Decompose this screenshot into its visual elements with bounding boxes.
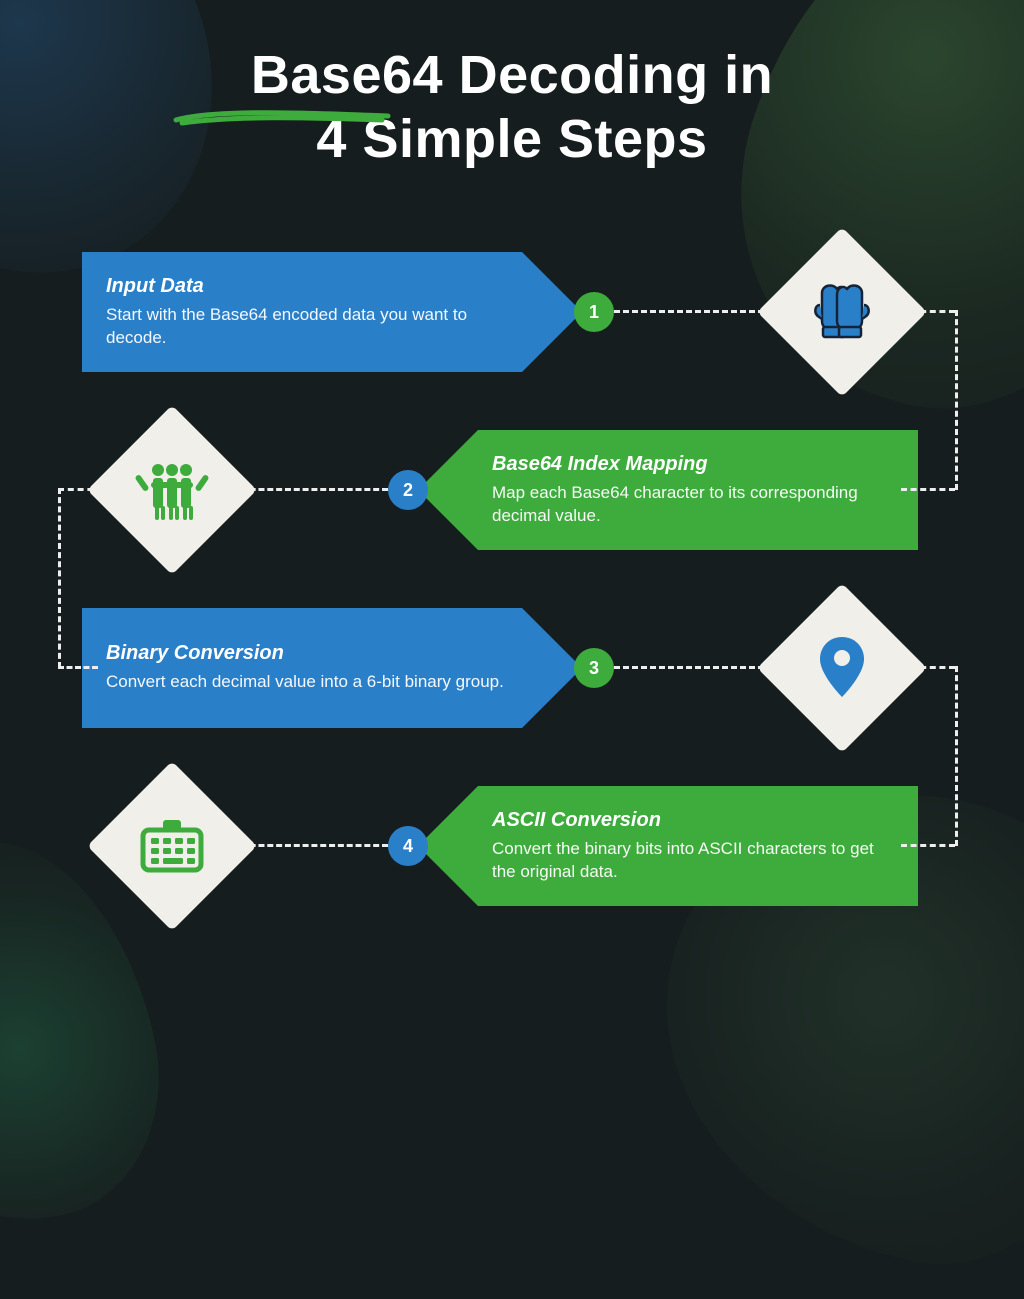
step-card-2: Base64 Index Mapping Map each Base64 cha… — [418, 430, 918, 550]
mittens-icon — [807, 279, 877, 345]
connector — [901, 488, 955, 491]
step-number: 4 — [403, 836, 413, 857]
location-pin-icon — [816, 635, 868, 701]
step-icon-tile-3 — [757, 583, 927, 753]
keyboard-icon — [139, 818, 205, 874]
connector — [58, 666, 98, 669]
step-card-1: Input Data Start with the Base64 encoded… — [82, 252, 582, 372]
step-number-badge-1: 1 — [574, 292, 614, 332]
connector — [614, 666, 782, 669]
title-line-1: Base64 Decoding in — [251, 45, 773, 105]
connector — [232, 844, 388, 847]
people-group-icon — [133, 458, 211, 522]
step-number-badge-4: 4 — [388, 826, 428, 866]
step-number-badge-3: 3 — [574, 648, 614, 688]
connector — [901, 844, 955, 847]
step-title: Binary Conversion — [106, 642, 508, 665]
step-card-4: ASCII Conversion Convert the binary bits… — [418, 786, 918, 906]
page-title: Base64 Decoding in 4 Simple Steps — [0, 44, 1024, 171]
step-number: 2 — [403, 480, 413, 501]
connector — [955, 310, 958, 490]
step-description: Convert the binary bits into ASCII chara… — [492, 838, 894, 884]
connector — [232, 488, 388, 491]
step-title: ASCII Conversion — [492, 809, 894, 832]
step-number: 3 — [589, 658, 599, 679]
connector — [58, 488, 61, 668]
step-number: 1 — [589, 302, 599, 323]
step-title: Input Data — [106, 275, 508, 298]
step-icon-tile-2 — [87, 405, 257, 575]
step-icon-tile-1 — [757, 227, 927, 397]
diagram-stage: Base64 Decoding in 4 Simple Steps Input … — [0, 0, 1024, 1024]
step-title: Base64 Index Mapping — [492, 453, 894, 476]
step-icon-tile-4 — [87, 761, 257, 931]
connector — [614, 310, 782, 313]
step-number-badge-2: 2 — [388, 470, 428, 510]
step-description: Convert each decimal value into a 6-bit … — [106, 671, 508, 694]
title-line-2: 4 Simple Steps — [316, 109, 707, 169]
connector — [955, 666, 958, 846]
step-description: Map each Base64 character to its corresp… — [492, 482, 894, 528]
step-description: Start with the Base64 encoded data you w… — [106, 304, 508, 350]
step-card-3: Binary Conversion Convert each decimal v… — [82, 608, 582, 728]
